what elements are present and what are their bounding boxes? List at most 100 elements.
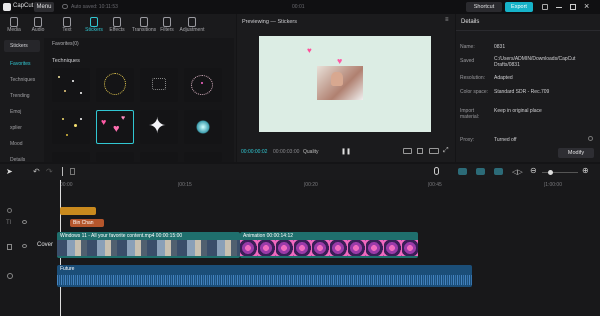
animation-clip[interactable]: Animation 00:00:14:12 bbox=[240, 232, 418, 258]
tab-effects[interactable]: Effects bbox=[106, 14, 128, 33]
preview-panel: Previewing — Stickers ≡ ♥ ♥ ♥ ♥ 00:00:00… bbox=[237, 14, 455, 162]
sticker-item[interactable] bbox=[184, 110, 222, 144]
audio-clip[interactable]: Future bbox=[57, 265, 472, 287]
zoom-slider-handle[interactable] bbox=[548, 170, 553, 175]
category-emoji[interactable]: Emoj bbox=[4, 106, 40, 118]
details-panel: Details Name: 0831 Saved C:/Users/ADMIN/… bbox=[456, 14, 600, 162]
minimize-icon[interactable] bbox=[556, 7, 562, 8]
title-bar: CapCut Menu Auto saved: 10:11:53 00:01 S… bbox=[0, 0, 600, 14]
category-mood[interactable]: Mood bbox=[4, 138, 40, 150]
sticker-item[interactable] bbox=[96, 152, 134, 162]
current-time: 00:00:00:02 bbox=[241, 149, 268, 155]
tab-audio[interactable]: Audio bbox=[27, 14, 49, 33]
tab-stickers-label: Stickers bbox=[85, 27, 103, 33]
timeline-toolbar: ➤ ↶ ↷ ◁▷ ⊖ ⊕ bbox=[0, 164, 600, 180]
visibility-icon[interactable] bbox=[22, 244, 27, 248]
delete-icon[interactable] bbox=[70, 168, 75, 175]
sticker-item[interactable] bbox=[140, 68, 178, 102]
preview-axis-icon[interactable]: ◁▷ bbox=[512, 168, 523, 176]
audio-track-icon bbox=[7, 273, 13, 279]
menu-button[interactable]: Menu bbox=[34, 2, 54, 12]
sticker-item[interactable] bbox=[140, 152, 178, 162]
category-stickers[interactable]: Stickers bbox=[4, 40, 40, 52]
preview-menu-icon[interactable]: ≡ bbox=[445, 17, 449, 23]
video-clip-label: Windows 11 - All your favorite content.m… bbox=[60, 233, 183, 239]
adjustment-icon bbox=[188, 17, 196, 27]
pause-icon[interactable]: ❚❚ bbox=[341, 148, 351, 155]
text-clip-label: Bin Chan bbox=[73, 220, 94, 226]
preview-canvas[interactable]: ♥ ♥ ♥ ♥ bbox=[259, 36, 431, 132]
tab-adjustment[interactable]: Adjustment bbox=[178, 14, 206, 33]
detail-value-name: 0831 bbox=[494, 44, 506, 50]
fullscreen-icon[interactable]: ⤢ bbox=[443, 147, 449, 155]
sticker-photo[interactable] bbox=[317, 66, 363, 100]
ratio-icon[interactable] bbox=[429, 148, 439, 154]
sticker-item[interactable] bbox=[184, 152, 222, 162]
crop-icon[interactable] bbox=[417, 148, 423, 154]
details-title: Details bbox=[461, 19, 480, 25]
visibility-icon[interactable] bbox=[22, 220, 27, 224]
effects-icon bbox=[113, 17, 121, 27]
split-icon[interactable] bbox=[62, 167, 63, 176]
close-icon[interactable]: × bbox=[584, 1, 589, 11]
category-trending[interactable]: Trending bbox=[4, 90, 40, 102]
detail-value-resolution: Adapted bbox=[494, 75, 513, 81]
layout-icon[interactable] bbox=[542, 4, 548, 10]
tab-transitions[interactable]: Transitions bbox=[131, 14, 157, 33]
export-label: Export bbox=[511, 4, 527, 10]
sticker-clip[interactable] bbox=[60, 207, 96, 215]
text-track-icon: TI bbox=[6, 220, 12, 226]
select-tool-icon[interactable]: ➤ bbox=[6, 167, 13, 176]
tab-stickers[interactable]: Stickers bbox=[83, 14, 105, 33]
maximize-icon[interactable] bbox=[570, 4, 576, 10]
linkage-icon[interactable] bbox=[494, 168, 503, 175]
sticker-item[interactable]: ✦ bbox=[140, 110, 178, 144]
zoom-slider[interactable] bbox=[542, 170, 578, 175]
app-name: CapCut bbox=[13, 3, 34, 9]
ruler-tick: |00:45 bbox=[428, 182, 442, 188]
help-icon[interactable] bbox=[588, 136, 593, 141]
auto-snap-icon[interactable] bbox=[476, 168, 485, 175]
microphone-icon[interactable] bbox=[434, 167, 439, 175]
audio-icon bbox=[34, 17, 42, 27]
tab-filters-label: Filters bbox=[160, 27, 174, 33]
shortcut-button[interactable]: Shortcut bbox=[466, 2, 502, 12]
cover-button[interactable]: Cover bbox=[37, 242, 53, 248]
text-clip[interactable]: Bin Chan bbox=[70, 219, 104, 227]
autosave-status: Auto saved: 10:11:53 bbox=[71, 4, 118, 10]
export-button[interactable]: Export bbox=[505, 2, 533, 12]
ruler-tick: |1:00:00 bbox=[544, 182, 562, 188]
techniques-heading: Techniques bbox=[52, 58, 80, 64]
category-favorites[interactable]: Favorites bbox=[4, 58, 40, 70]
tab-media[interactable]: Media bbox=[3, 14, 25, 33]
main-track-magnet-icon[interactable] bbox=[458, 168, 467, 175]
animation-clip-label: Animation 00:00:14:12 bbox=[243, 233, 294, 239]
sticker-item-selected[interactable]: ♥ ♥ ♥ bbox=[96, 110, 134, 144]
compare-icon[interactable] bbox=[403, 148, 412, 154]
sticker-item[interactable] bbox=[52, 110, 90, 144]
zoom-out-icon[interactable]: ⊖ bbox=[530, 166, 537, 175]
quality-dropdown[interactable]: Quality bbox=[303, 149, 319, 155]
category-techniques[interactable]: Techniques bbox=[4, 74, 40, 86]
sticker-categories: Stickers Favorites Techniques Trending E… bbox=[4, 40, 40, 163]
sticker-item[interactable] bbox=[52, 152, 90, 162]
tab-filters[interactable]: Filters bbox=[156, 14, 178, 33]
sticker-item[interactable] bbox=[184, 68, 222, 102]
zoom-in-icon[interactable]: ⊕ bbox=[582, 166, 589, 175]
sticker-grid-panel: Favorites(0) Techniques ♥ ♥ ♥ ✦ bbox=[44, 38, 234, 162]
modify-button[interactable]: Modify bbox=[558, 148, 594, 158]
tab-text-label: Text bbox=[62, 27, 72, 33]
redo-icon[interactable]: ↷ bbox=[46, 167, 53, 176]
tab-text[interactable]: Text bbox=[56, 14, 78, 33]
undo-icon[interactable]: ↶ bbox=[33, 167, 40, 176]
detail-label-proxy: Proxy: bbox=[460, 137, 475, 143]
video-track-icon bbox=[7, 244, 12, 250]
video-clip[interactable]: Windows 11 - All your favorite content.m… bbox=[57, 232, 240, 258]
sticker-item[interactable] bbox=[96, 68, 134, 102]
capcut-logo-icon bbox=[3, 3, 11, 11]
category-xplier[interactable]: xplier bbox=[4, 122, 40, 134]
sticker-item[interactable] bbox=[52, 68, 90, 102]
ruler-tick: |00:20 bbox=[304, 182, 318, 188]
tab-media-label: Media bbox=[7, 27, 21, 33]
ruler-tick: |00:15 bbox=[178, 182, 192, 188]
